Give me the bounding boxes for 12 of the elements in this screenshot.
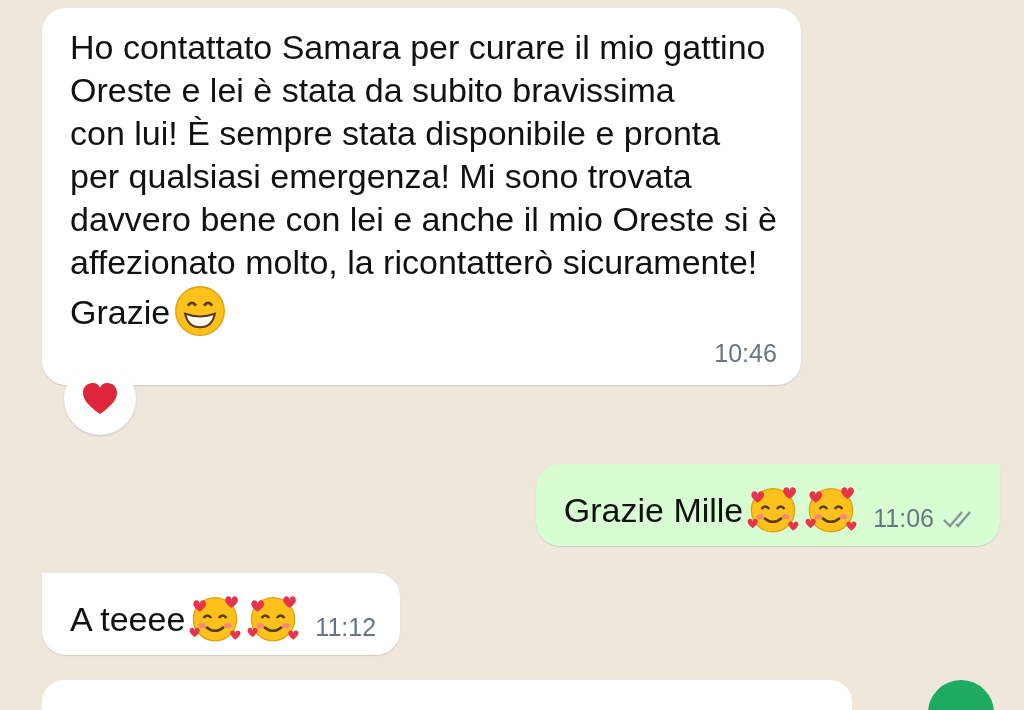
reaction-badge[interactable] — [64, 363, 136, 435]
outgoing-message-bubble[interactable]: Grazie Mille 11:06 — [535, 464, 1000, 546]
message-text: Grazie Mille — [563, 491, 744, 529]
message-time: 10:46 — [714, 338, 777, 369]
message-text: Grazie — [70, 293, 171, 331]
incoming-message-bubble[interactable]: A teeee 11:12 — [42, 573, 401, 655]
incoming-message-bubble[interactable] — [42, 8, 801, 385]
message-time: 11:06 — [873, 503, 934, 534]
message-text: Ho contattato Samara per curare il mio gattino Oreste e lei è stata da subito bravissima con lui! È sempre stata disponibile e pronta per qualsiasi emergenza! Mi sono trovata davvero bene con lei e anche il mio Oreste si è affezionato molto, la ricontatterò sicuramente! — [70, 27, 777, 283]
heart-icon — [81, 382, 119, 416]
message-time: 11:12 — [315, 612, 377, 643]
message-text: A teeee — [70, 600, 186, 638]
